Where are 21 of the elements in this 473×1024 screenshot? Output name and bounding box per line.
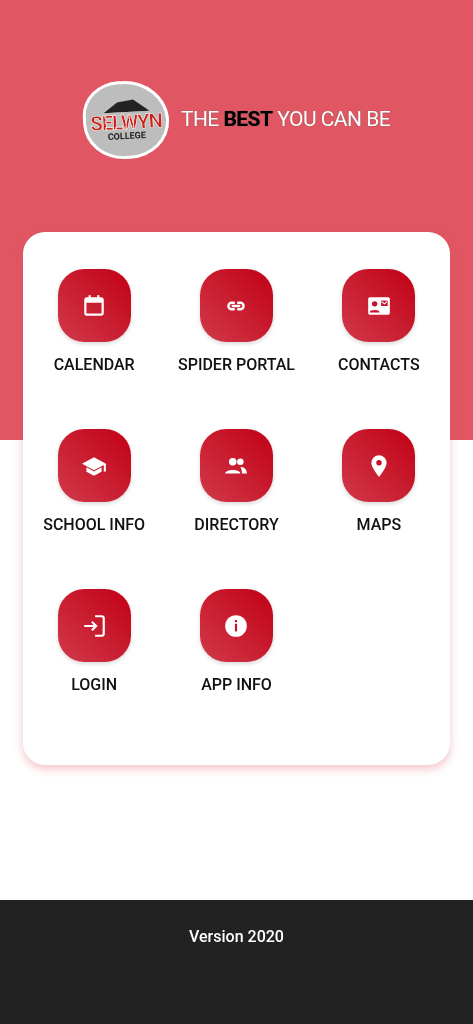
menu-label[interactable]: DIRECTORY xyxy=(194,515,279,562)
menu-button[interactable] xyxy=(57,429,131,502)
menu-label[interactable]: SCHOOL INFO xyxy=(43,515,146,562)
menu-button[interactable] xyxy=(342,429,416,502)
logo-subtitle: COLLEGE xyxy=(107,130,146,142)
menu-label[interactable]: MAPS xyxy=(356,515,402,562)
menu-label[interactable]: APP INFO xyxy=(201,675,272,722)
menu-label[interactable]: CONTACTS xyxy=(338,355,420,402)
menu-button[interactable] xyxy=(200,429,273,502)
menu-button[interactable] xyxy=(57,269,131,342)
login-icon xyxy=(81,612,108,639)
menu-button[interactable] xyxy=(57,589,131,662)
menu-label[interactable]: CALENDAR xyxy=(53,355,135,402)
menu-label[interactable]: LOGIN xyxy=(71,675,118,722)
menu-button[interactable] xyxy=(200,589,273,662)
menu-label[interactable]: SPIDER PORTAL xyxy=(178,355,295,402)
tagline: THE BEST YOU CAN BE xyxy=(180,106,391,134)
menu-button[interactable] xyxy=(342,269,416,342)
menu-button[interactable] xyxy=(200,269,273,342)
version-text: Version 2020 xyxy=(189,926,284,948)
info-icon xyxy=(223,612,250,639)
